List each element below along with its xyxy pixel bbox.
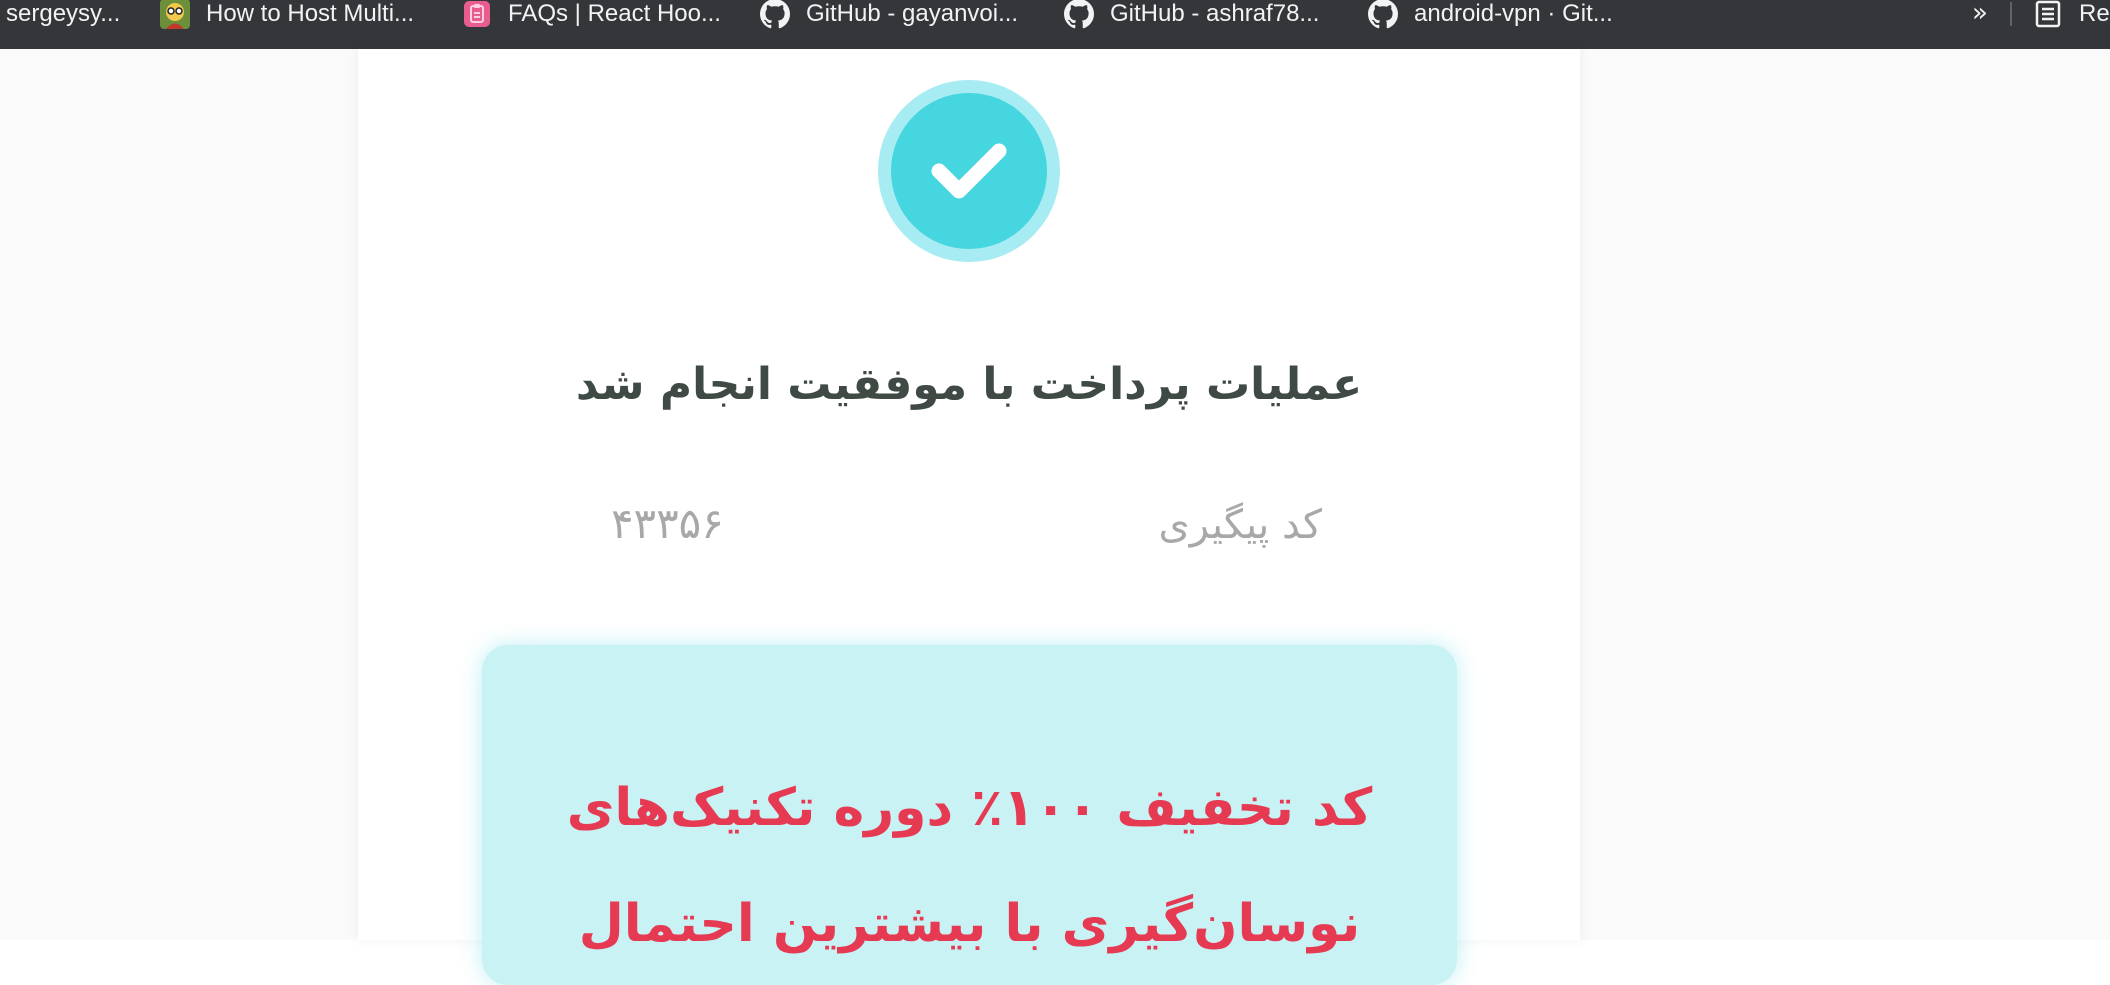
avatar-icon — [160, 0, 190, 29]
bookmark-android-vpn[interactable]: android-vpn · Git... — [1368, 0, 1613, 29]
success-title: عملیات پرداخت با موفقیت انجام شد — [575, 359, 1363, 410]
discount-description: کد تخفیف ۱۰۰٪ دوره تکنیک‌های نوسان‌گیری … — [522, 750, 1417, 982]
bookmark-faqs-react-hooks[interactable]: FAQs | React Hoo... — [462, 0, 721, 27]
page-background: عملیات پرداخت با موفقیت انجام شد کد پیگی… — [0, 49, 2110, 985]
clipboard-icon — [462, 0, 492, 29]
bookmark-github-gayanvoice[interactable]: GitHub - gayanvoi... — [760, 0, 1019, 29]
discount-code-box: کد تخفیف ۱۰۰٪ دوره تکنیک‌های نوسان‌گیری … — [482, 645, 1457, 985]
tracking-code-value: ۴۳۳۵۶ — [611, 499, 724, 548]
bookmarks-divider — [2010, 2, 2012, 26]
bookmark-label: GitHub - gayanvoi... — [806, 0, 1019, 27]
tracking-code-label: کد پیگیری — [1158, 502, 1323, 548]
bookmarks-overflow-button[interactable]: » — [1972, 0, 1988, 28]
github-icon — [760, 0, 790, 29]
bookmark-label: GitHub - ashraf78... — [1110, 0, 1320, 27]
github-icon — [1064, 0, 1094, 29]
reading-list-button[interactable]: Re — [2033, 0, 2110, 27]
payment-result-card: عملیات پرداخت با موفقیت انجام شد کد پیگی… — [358, 49, 1580, 985]
bookmark-label: FAQs | React Hoo... — [508, 0, 721, 27]
bookmark-sergeysy[interactable]: sergeysy... — [6, 0, 120, 27]
bookmarks-bar: sergeysy... How to Host Multi... FAQs | … — [0, 0, 2110, 49]
bookmark-github-ashraf[interactable]: GitHub - ashraf78... — [1064, 0, 1320, 29]
reading-list-label: Re — [2079, 0, 2110, 27]
bookmark-label: sergeysy... — [6, 0, 121, 27]
reading-list-icon — [2033, 0, 2063, 29]
discount-line-2: نوسان‌گیری با بیشترین احتمال — [578, 894, 1361, 954]
discount-line-1: کد تخفیف ۱۰۰٪ دوره تکنیک‌های — [566, 778, 1373, 838]
bookmark-how-to-host[interactable]: How to Host Multi... — [160, 0, 415, 29]
bookmark-label: How to Host Multi... — [206, 0, 415, 27]
success-check-icon — [891, 93, 1047, 249]
bookmark-label: android-vpn · Git... — [1414, 0, 1613, 27]
github-icon — [1368, 0, 1398, 29]
